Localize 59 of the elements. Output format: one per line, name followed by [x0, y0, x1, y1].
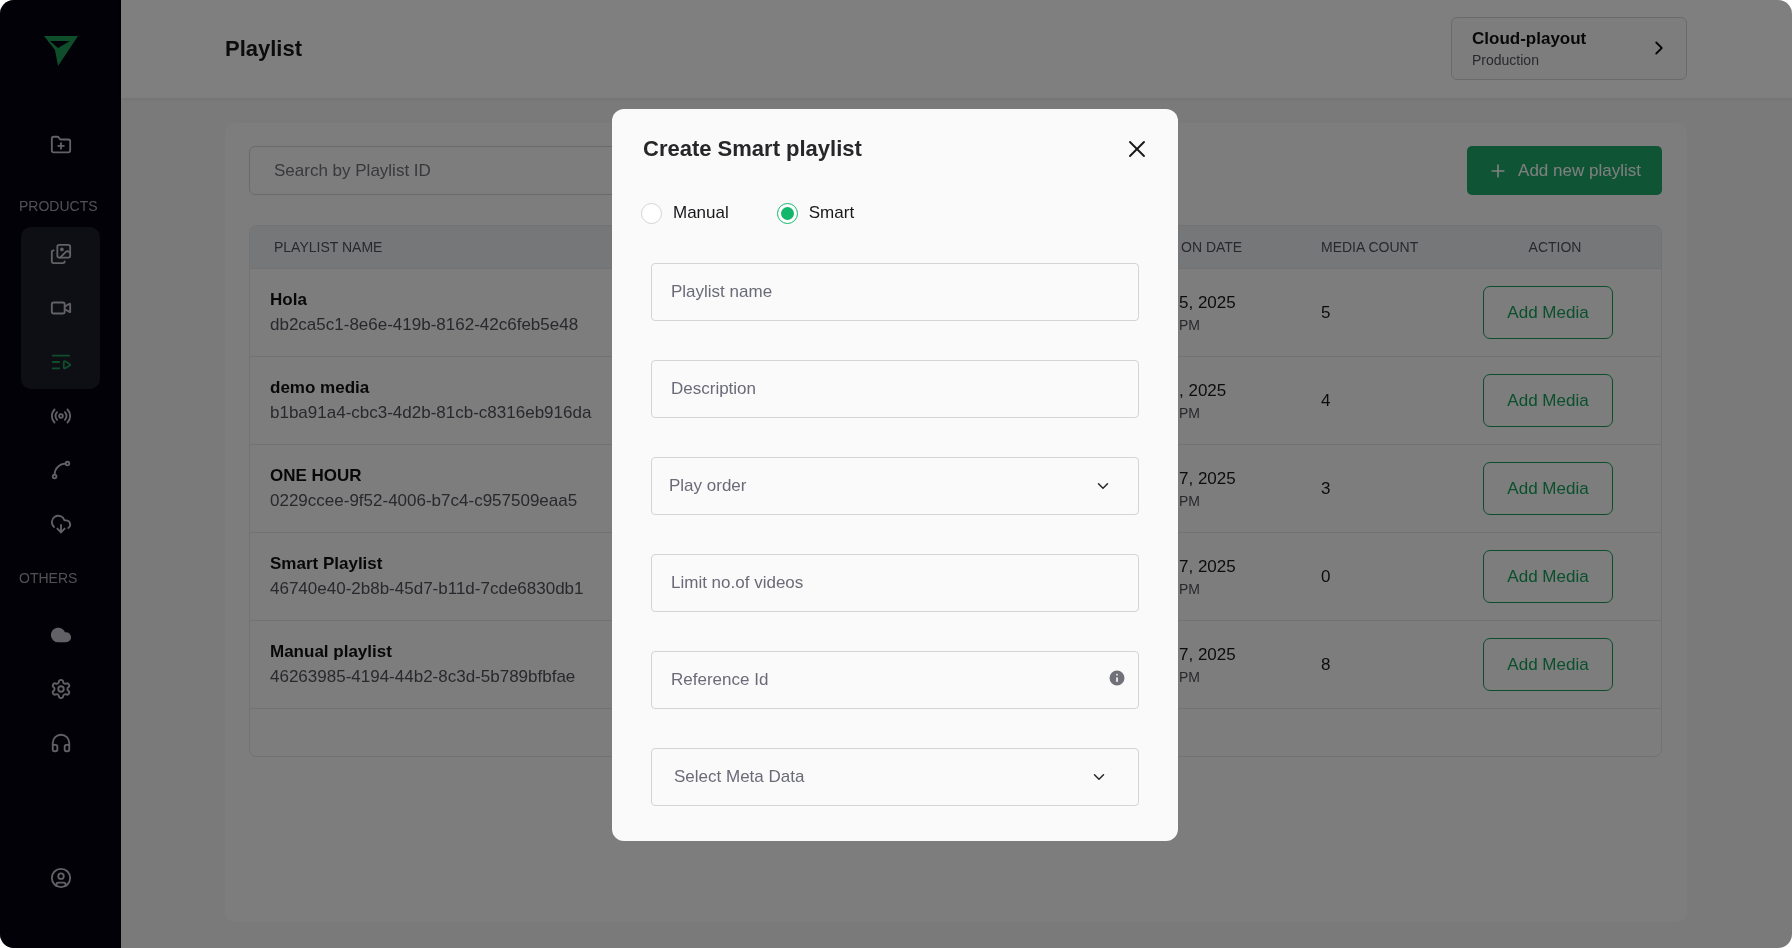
select-field[interactable]: Select Meta Data [651, 748, 1139, 806]
playlist-name: Smart Playlist [270, 554, 384, 574]
column-header: PLAYLIST NAME [273, 239, 384, 255]
folder-plus-icon[interactable] [49, 134, 72, 156]
add-media-button[interactable]: Add Media [1483, 550, 1613, 603]
creation-time: PM [1179, 404, 1201, 421]
creation-date: 7, 2025 [1179, 644, 1237, 665]
input-field[interactable]: Description [651, 360, 1139, 418]
media-count: 8 [1320, 654, 1332, 675]
add-media-button[interactable]: Add Media [1483, 462, 1613, 515]
media-count: 3 [1320, 478, 1332, 499]
radio-label: Smart [808, 203, 855, 223]
media-count: 0 [1320, 566, 1332, 587]
radio-label: Manual [673, 203, 729, 223]
mode-radio[interactable]: Manual [641, 202, 729, 224]
creation-time: PM [1179, 316, 1201, 333]
logo-icon [43, 36, 78, 66]
add-media-button[interactable]: Add Media [1483, 374, 1613, 427]
creation-date: 7, 2025 [1179, 556, 1237, 577]
input-field[interactable]: Reference Id [651, 651, 1139, 709]
headphones-icon[interactable] [49, 732, 72, 754]
user-avatar-icon[interactable] [49, 867, 72, 889]
input-field[interactable]: Playlist name [651, 263, 1139, 321]
creation-time: PM [1179, 580, 1201, 597]
creation-date: 5, 2025 [1179, 292, 1237, 313]
input-field[interactable]: Limit no.of videos [651, 554, 1139, 612]
add-media-button[interactable]: Add Media [1483, 286, 1613, 339]
column-header: MEDIA COUNT [1320, 239, 1420, 255]
radio-circle[interactable] [641, 202, 662, 224]
playlist-name: ONE HOUR [270, 466, 363, 486]
add-playlist-button[interactable]: Add new playlist [1467, 146, 1662, 195]
column-header: ACTION [1527, 239, 1583, 255]
playlist-id: 0229ccee-9f52-4006-b7c4-c957509eaa5 [270, 491, 579, 511]
select-field[interactable]: Play order [651, 457, 1139, 515]
playlist-name: Hola [270, 290, 308, 310]
workspace-switcher[interactable]: Cloud-playout Production [1451, 16, 1687, 80]
creation-date: 7, 2025 [1179, 468, 1237, 489]
media-count: 5 [1320, 302, 1332, 323]
playlist-id: 46263985-4194-44b2-8c3d-5b789bfbfae [270, 667, 577, 687]
line-chart-icon[interactable] [49, 459, 72, 481]
page-title: Playlist [225, 36, 303, 62]
playlist-id: db2ca5c1-8e6e-419b-8162-42c6feb5e48 [270, 315, 580, 335]
creation-date: , 2025 [1179, 380, 1228, 401]
media-count: 4 [1320, 390, 1332, 411]
sidebar-section-label: OTHERS [18, 570, 79, 588]
radio-circle[interactable] [776, 202, 798, 224]
column-header: ON DATE [1180, 239, 1244, 255]
playlist-name: demo media [270, 378, 371, 398]
media-library-icon[interactable] [49, 243, 72, 265]
playlist-id: 46740e40-2b8b-45d7-b11d-7cde6830db1 [270, 579, 585, 599]
add-media-button[interactable]: Add Media [1483, 638, 1613, 691]
settings-icon[interactable] [49, 678, 72, 700]
mode-radio[interactable]: Smart [776, 202, 855, 224]
creation-time: PM [1179, 668, 1201, 685]
cloud-icon[interactable] [49, 513, 72, 535]
playlist-id: b1ba91a4-cbc3-4d2b-81cb-c8316eb916da [270, 403, 593, 423]
creation-time: PM [1179, 492, 1201, 509]
sidebar-section-label: PRODUCTS [18, 198, 99, 216]
playlist-name: Manual playlist [270, 642, 393, 662]
